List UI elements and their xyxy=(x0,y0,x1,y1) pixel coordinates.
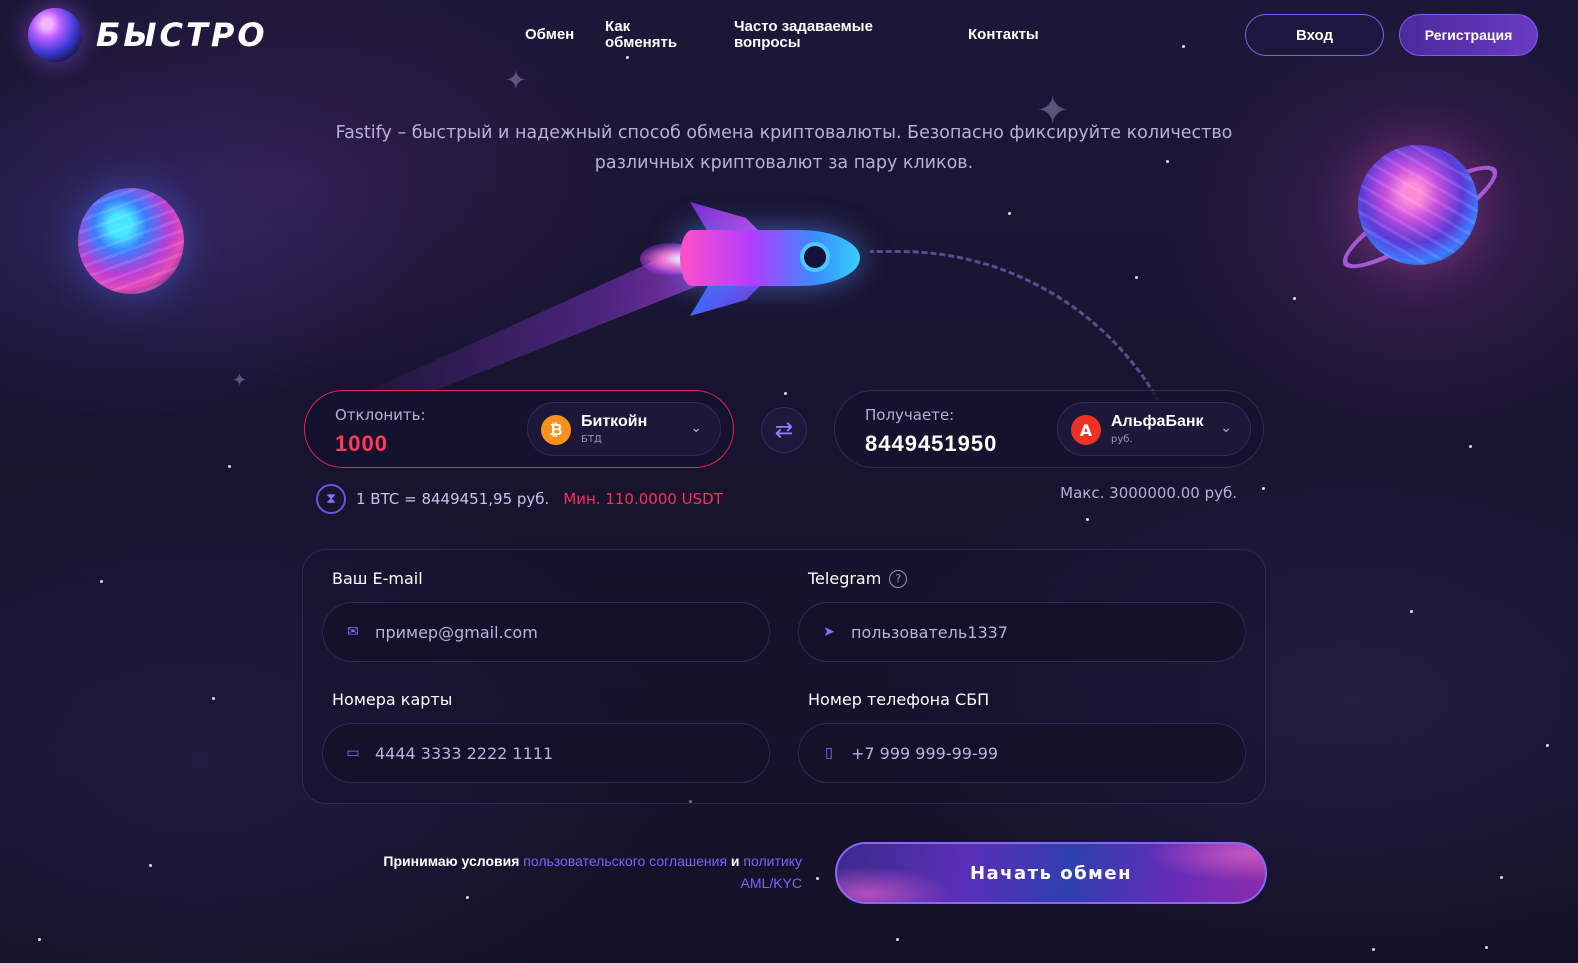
agreement-prefix: Принимаю условия xyxy=(383,853,520,869)
tagline: Fastify – быстрый и надежный способ обме… xyxy=(335,123,1233,173)
ringed-planet-illustration xyxy=(1358,145,1478,265)
card-label-text: Номера карты xyxy=(332,690,453,709)
card-input[interactable] xyxy=(375,743,735,763)
phone-label: Номер телефона СБП xyxy=(808,690,989,709)
receive-amount-box[interactable]: Получаете: 8449451950 A АльфаБанк руб. ⌄ xyxy=(834,390,1264,468)
help-icon[interactable]: ? xyxy=(889,569,908,588)
telegram-input[interactable] xyxy=(851,622,1211,642)
alfabank-icon: A xyxy=(1071,415,1101,445)
email-label: Ваш E-mail xyxy=(332,569,423,588)
max-amount: Макс. 3000000.00 руб. xyxy=(1060,484,1237,502)
nav-item-exchange[interactable]: Обмен xyxy=(525,27,574,43)
send-currency-name: Биткойн xyxy=(581,413,648,430)
hourglass-icon: ⧗ xyxy=(316,484,346,514)
telegram-icon: ➤ xyxy=(823,624,835,640)
bitcoin-icon: ₿ xyxy=(541,415,571,445)
sparkle-icon: ✦ xyxy=(232,370,248,391)
send-currency-select[interactable]: ₿ Биткойн БТД ⌄ xyxy=(527,402,721,456)
phone-field[interactable]: ▯ xyxy=(798,723,1246,783)
login-button[interactable]: Вход xyxy=(1245,14,1384,56)
agreement-conj: и xyxy=(730,853,740,869)
exchange-rate: ⧗ 1 BTC = 8449451,95 руб. Мин. 110.0000 … xyxy=(316,484,723,514)
min-amount: Мин. 110.0000 USDT xyxy=(563,490,723,508)
rate-text: 1 BTC = 8449451,95 руб. xyxy=(356,490,550,508)
receive-label: Получаете: xyxy=(865,406,955,424)
register-button[interactable]: Регистрация xyxy=(1399,14,1538,56)
nav-item-faq[interactable]: Часто задаваемые вопросы xyxy=(734,19,894,51)
mail-icon: ✉ xyxy=(347,624,359,640)
logo-planet-icon xyxy=(28,8,82,62)
phone-input[interactable] xyxy=(851,743,1211,763)
receive-currency-select[interactable]: A АльфаБанк руб. ⌄ xyxy=(1057,402,1251,456)
sparkle-icon: ✦ xyxy=(505,66,527,96)
send-amount-input[interactable]: 1000 xyxy=(335,431,388,457)
email-label-text: Ваш E-mail xyxy=(332,569,423,588)
telegram-label-text: Telegram xyxy=(808,569,882,588)
logo-text: БЫСТРО xyxy=(96,16,268,54)
swap-currencies-button[interactable]: ⇄ xyxy=(761,407,807,453)
telegram-field[interactable]: ➤ xyxy=(798,602,1246,662)
nav-item-how-to-exchange[interactable]: Как обменять xyxy=(605,19,695,51)
receive-currency-name: АльфаБанк xyxy=(1111,413,1204,430)
receive-currency-code: руб. xyxy=(1111,434,1133,445)
card-label: Номера карты xyxy=(332,690,452,709)
agreement-text: Принимаю условия пользовательского согла… xyxy=(330,850,802,894)
rocket-window xyxy=(800,242,830,272)
swap-icon: ⇄ xyxy=(774,417,794,443)
start-exchange-button[interactable]: Начать обмен xyxy=(835,842,1267,904)
telegram-label: Telegram ? xyxy=(808,569,908,588)
send-amount-box[interactable]: Отклонить: 1000 ₿ Биткойн БТД ⌄ xyxy=(304,390,734,468)
phone-icon: ▯ xyxy=(825,745,833,761)
nav-item-contacts[interactable]: Контакты xyxy=(968,27,1039,43)
card-field[interactable]: ▭ xyxy=(322,723,770,783)
logo[interactable]: БЫСТРО xyxy=(28,8,268,62)
email-input[interactable] xyxy=(375,622,735,642)
chevron-down-icon: ⌄ xyxy=(690,420,702,436)
rocket-illustration xyxy=(680,230,860,286)
chevron-down-icon: ⌄ xyxy=(1220,420,1232,436)
send-currency-code: БТД xyxy=(581,434,602,445)
planet-illustration xyxy=(78,188,184,294)
phone-label-text: Номер телефона СБП xyxy=(808,690,990,709)
send-label: Отклонить: xyxy=(335,406,426,424)
email-field[interactable]: ✉ xyxy=(322,602,770,662)
aml-kyc-link[interactable]: политику AML/KYC xyxy=(741,853,802,891)
card-icon: ▭ xyxy=(346,745,360,761)
user-agreement-link[interactable]: пользовательского соглашения xyxy=(523,853,727,869)
receive-amount: 8449451950 xyxy=(865,431,998,456)
